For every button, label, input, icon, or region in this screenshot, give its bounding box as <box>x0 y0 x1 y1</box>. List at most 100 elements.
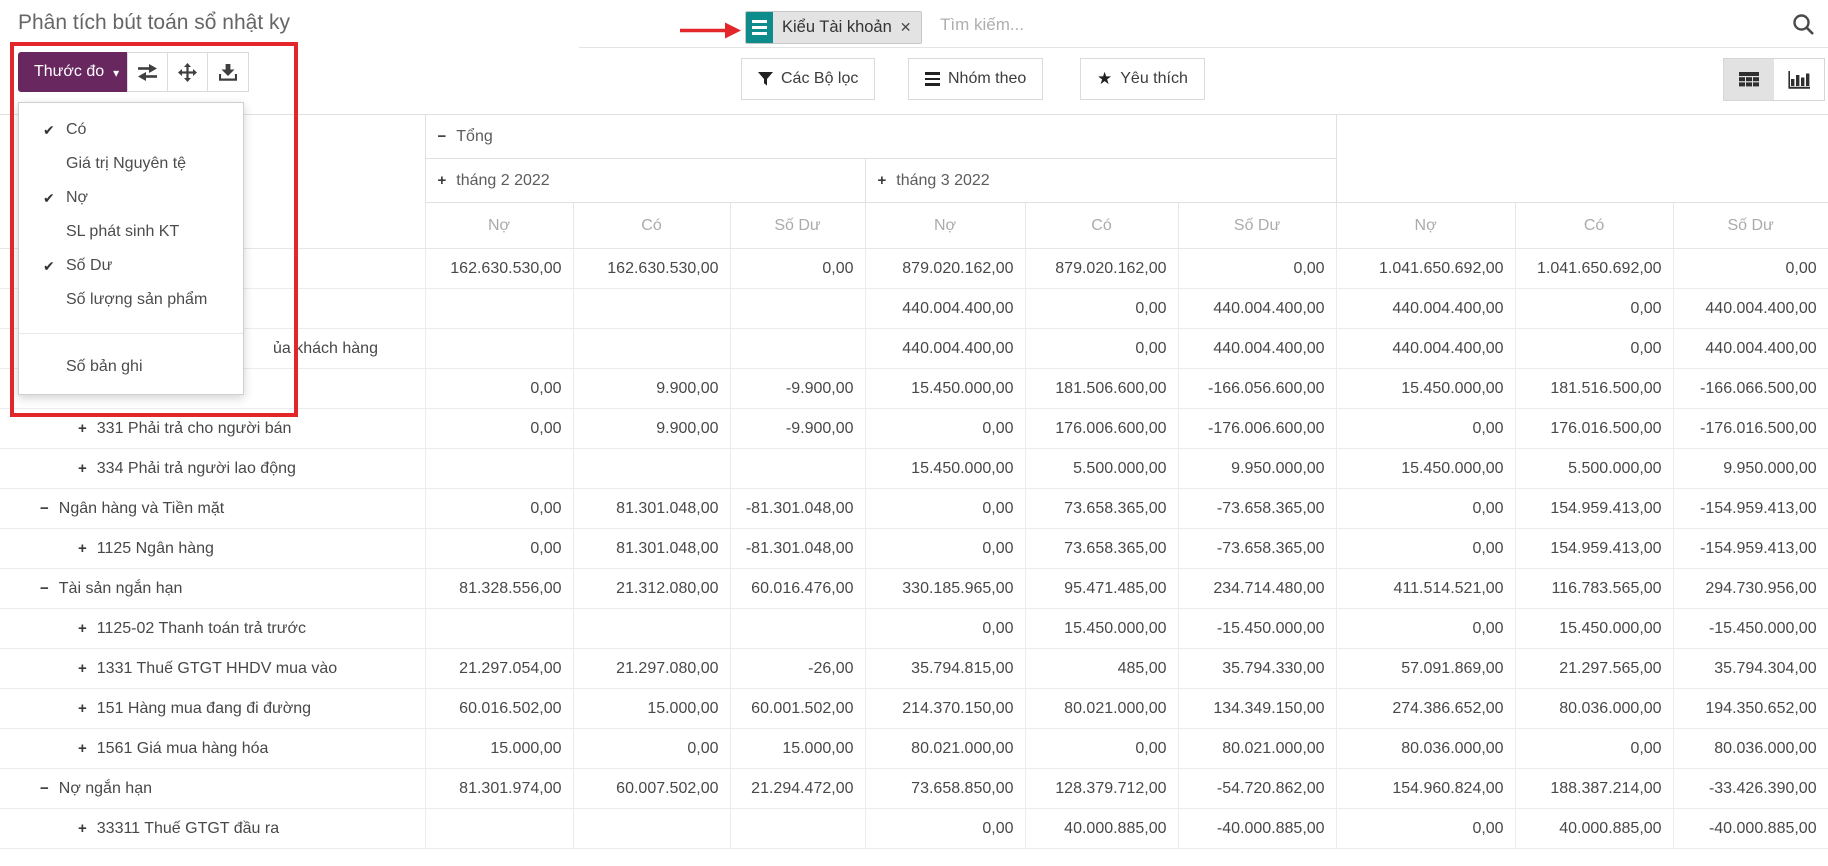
pivot-cell <box>730 609 865 649</box>
pivot-cell <box>425 289 573 329</box>
pivot-cell: 176.006.600,00 <box>1025 409 1178 449</box>
pivot-cell: 176.016.500,00 <box>1515 409 1673 449</box>
pivot-cell: -81.301.048,00 <box>730 489 865 529</box>
grid-table-icon <box>1739 72 1759 88</box>
collapse-icon: − <box>40 580 49 597</box>
measure-header[interactable]: Số Dư <box>1178 203 1336 249</box>
search-icon[interactable] <box>1792 13 1815 36</box>
table-row: +1561 Giá mua hàng hóa15.000,000,0015.00… <box>0 729 1828 769</box>
measure-menu-item[interactable]: ✔Số Dư <box>19 249 243 283</box>
pivot-cell: 234.714.480,00 <box>1178 569 1336 609</box>
measures-button-label: Thước đo <box>34 63 104 81</box>
check-icon: ✔ <box>43 258 66 275</box>
table-row: +1331 Thuế GTGT HHDV mua vào21.297.054,0… <box>0 649 1828 689</box>
pivot-cell: 0,00 <box>1515 329 1673 369</box>
pivot-cell: 0,00 <box>1336 809 1515 849</box>
download-button[interactable] <box>208 53 248 91</box>
pivot-table: −Tổng+tháng 2 2022+tháng 3 2022NợCóSố Dư… <box>0 114 1828 849</box>
pivot-cell: 330.185.965,00 <box>865 569 1025 609</box>
measure-header[interactable]: Nợ <box>1336 203 1515 249</box>
pivot-cell: -73.658.365,00 <box>1178 529 1336 569</box>
pivot-cell: -9.900,00 <box>730 369 865 409</box>
pivot-cell: 21.297.565,00 <box>1515 649 1673 689</box>
measure-menu-item[interactable]: SL phát sinh KT <box>19 215 243 249</box>
row-header[interactable]: +331 Phải trả cho người bán <box>0 409 425 449</box>
pivot-cell: 5.500.000,00 <box>1515 449 1673 489</box>
view-switcher <box>1723 58 1825 101</box>
column-group-month[interactable]: +tháng 2 2022 <box>425 159 865 203</box>
row-header[interactable]: +1561 Giá mua hàng hóa <box>0 729 425 769</box>
table-row: −Tài sản ngắn hạn81.328.556,0021.312.080… <box>0 569 1828 609</box>
measure-header[interactable]: Có <box>573 203 730 249</box>
expand-icon: + <box>78 420 87 437</box>
pivot-cell: 0,00 <box>425 369 573 409</box>
row-header[interactable]: −Tài sản ngắn hạn <box>0 569 425 609</box>
menu-item-label: SL phát sinh KT <box>66 223 179 241</box>
pivot-cell: 1.041.650.692,00 <box>1515 249 1673 289</box>
pivot-cell <box>425 809 573 849</box>
column-group-month[interactable]: +tháng 3 2022 <box>865 159 1336 203</box>
pivot-cell: 80.021.000,00 <box>1025 689 1178 729</box>
measure-menu-item[interactable]: Số bản ghi <box>19 350 243 384</box>
measure-header[interactable]: Có <box>1025 203 1178 249</box>
pivot-cell: -166.066.500,00 <box>1673 369 1828 409</box>
row-header[interactable]: +1125 Ngân hàng <box>0 529 425 569</box>
measure-header[interactable]: Có <box>1515 203 1673 249</box>
pivot-cell: -9.900,00 <box>730 409 865 449</box>
measure-menu-item[interactable]: Số lượng sản phẩm <box>19 283 243 317</box>
favorites-button-label: Yêu thích <box>1120 70 1188 88</box>
table-row: +1125-02 Thanh toán trả trước0,0015.450.… <box>0 609 1828 649</box>
pivot-cell: 60.016.476,00 <box>730 569 865 609</box>
facet-remove-icon[interactable]: ✕ <box>900 19 912 36</box>
pivot-cell: 411.514.521,00 <box>1336 569 1515 609</box>
row-header[interactable]: +334 Phải trả người lao động <box>0 449 425 489</box>
pivot-cell: 154.960.824,00 <box>1336 769 1515 809</box>
row-header[interactable]: −Nợ ngắn hạn <box>0 769 425 809</box>
measure-header[interactable]: Nợ <box>425 203 573 249</box>
row-header[interactable]: +1125-02 Thanh toán trả trước <box>0 609 425 649</box>
pivot-view-button[interactable] <box>1724 59 1774 100</box>
filters-button[interactable]: Các Bộ lọc <box>741 58 875 100</box>
pivot-cell: 116.783.565,00 <box>1515 569 1673 609</box>
row-header[interactable]: +33311 Thuế GTGT đầu ra <box>0 809 425 849</box>
measure-menu-item[interactable]: ✔Có <box>19 113 243 147</box>
groupby-button[interactable]: Nhóm theo <box>908 58 1043 100</box>
pivot-cell: 0,00 <box>1178 249 1336 289</box>
search-bar-divider <box>579 47 1828 48</box>
pivot-cell: 15.450.000,00 <box>1515 609 1673 649</box>
search-input[interactable]: Tìm kiếm... <box>940 15 1024 35</box>
measure-header[interactable]: Số Dư <box>730 203 865 249</box>
pivot-cell: 81.301.048,00 <box>573 529 730 569</box>
row-header[interactable]: −Ngân hàng và Tiền mặt <box>0 489 425 529</box>
facet-groupby-icon <box>746 12 773 43</box>
measure-header[interactable]: Nợ <box>865 203 1025 249</box>
pivot-cell: 181.506.600,00 <box>1025 369 1178 409</box>
pivot-cell: 73.658.850,00 <box>865 769 1025 809</box>
flip-axis-button[interactable] <box>128 53 168 91</box>
pivot-cell: 35.794.330,00 <box>1178 649 1336 689</box>
row-header[interactable]: +1331 Thuế GTGT HHDV mua vào <box>0 649 425 689</box>
pivot-cell: 0,00 <box>425 409 573 449</box>
pivot-cell: 80.021.000,00 <box>865 729 1025 769</box>
pivot-cell: 9.900,00 <box>573 369 730 409</box>
search-facet[interactable]: Kiểu Tài khoản ✕ <box>745 11 922 44</box>
pivot-cell: 0,00 <box>1673 249 1828 289</box>
measure-menu-item[interactable]: Giá trị Nguyên tệ <box>19 147 243 181</box>
expand-all-button[interactable] <box>168 53 208 91</box>
measures-button[interactable]: Thước đo ▾ <box>18 52 135 92</box>
row-header[interactable]: +151 Hàng mua đang đi đường <box>0 689 425 729</box>
measure-header[interactable]: Số Dư <box>1673 203 1828 249</box>
column-group-total[interactable]: −Tổng <box>425 115 1336 159</box>
pivot-cell: 181.516.500,00 <box>1515 369 1673 409</box>
graph-view-button[interactable] <box>1774 59 1824 100</box>
pivot-cell: 1.041.650.692,00 <box>1336 249 1515 289</box>
group-bars-icon <box>925 72 940 86</box>
pivot-toolbar <box>127 52 249 92</box>
funnel-icon <box>758 72 773 86</box>
favorites-button[interactable]: ★ Yêu thích <box>1080 58 1205 100</box>
pivot-cell: 80.036.000,00 <box>1336 729 1515 769</box>
pivot-cell: 80.021.000,00 <box>1178 729 1336 769</box>
pivot-cell: 21.297.080,00 <box>573 649 730 689</box>
pivot-cell <box>573 809 730 849</box>
measure-menu-item[interactable]: ✔Nợ <box>19 181 243 215</box>
